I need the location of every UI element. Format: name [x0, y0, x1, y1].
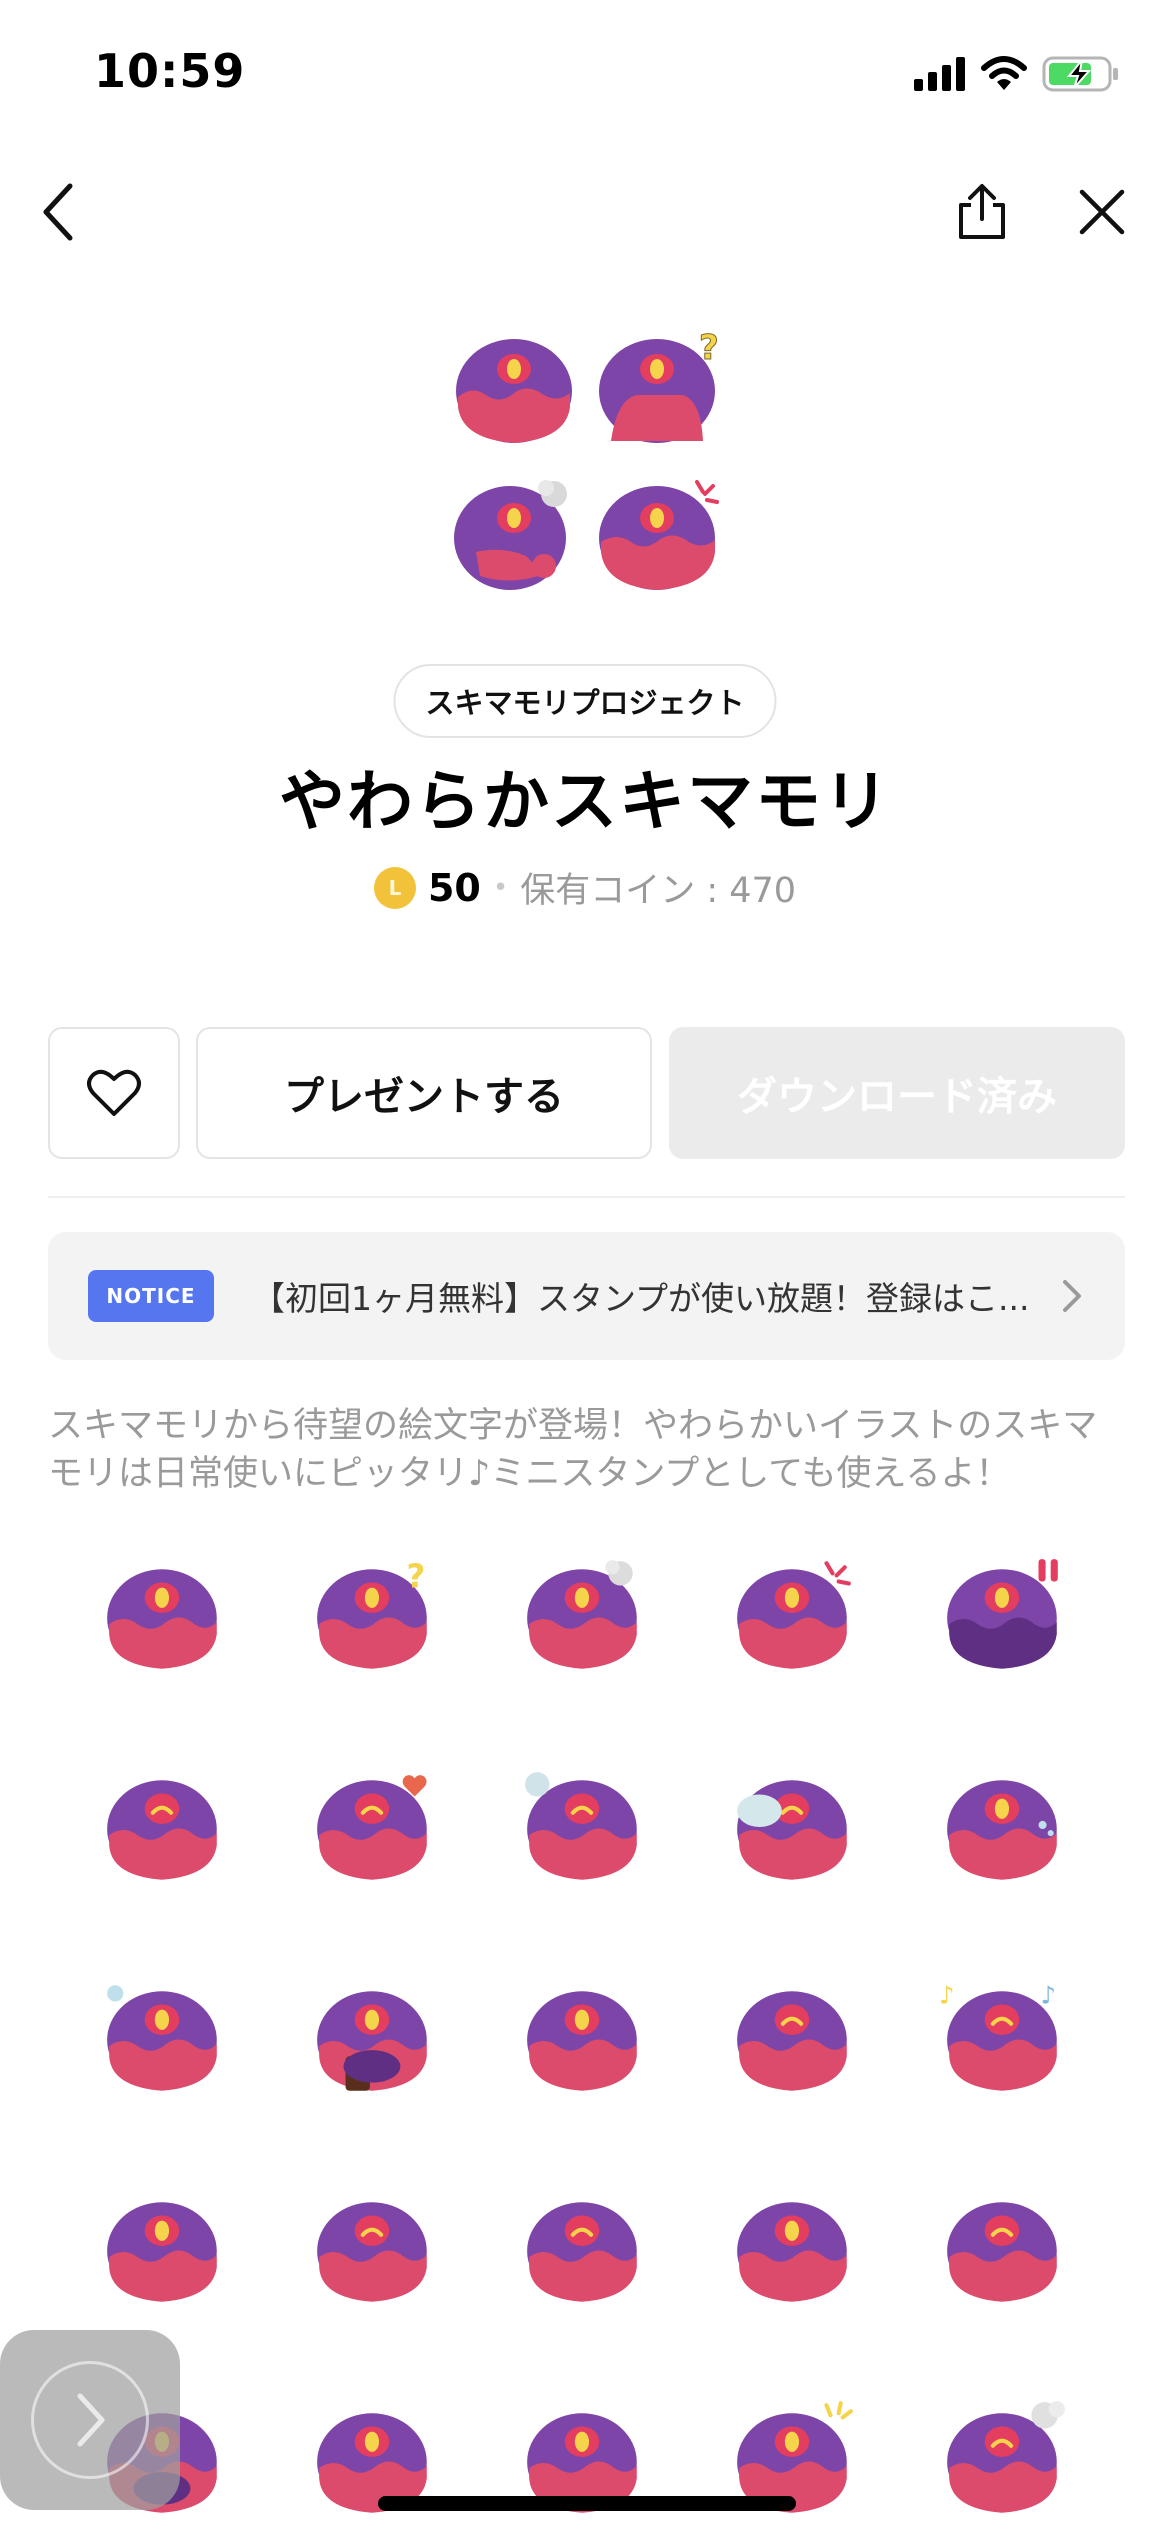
price-separator: •: [492, 872, 509, 903]
sticker-image-icon: ?: [317, 1557, 427, 1669]
sticker-image-icon: [455, 338, 572, 443]
close-icon: [1079, 189, 1125, 235]
sticker-wink[interactable]: [60, 2143, 270, 2354]
back-button[interactable]: [18, 172, 98, 252]
hero-sticker-angry: [589, 461, 734, 606]
sticker-image-icon: [317, 1774, 427, 1880]
signal-icon: [914, 57, 965, 91]
status-time: 10:59: [94, 44, 246, 98]
owned-coins: 保有コイン : 470: [520, 871, 797, 911]
sticker-sleepy[interactable]: [690, 1721, 900, 1932]
sticker-image-icon: [317, 1990, 427, 2091]
sticker-angry[interactable]: [690, 1510, 900, 1721]
hero-sticker-preview: ?: [444, 316, 734, 606]
battery-charging-icon: [1042, 56, 1118, 92]
line-coin-icon: L: [373, 866, 416, 909]
sticker-image-icon: [107, 1779, 217, 1880]
download-button: ダウンロード済み: [669, 1027, 1125, 1159]
price-value: 50: [427, 865, 481, 910]
sticker-smile[interactable]: [60, 1721, 270, 1932]
chevron-right-icon: [1063, 1280, 1081, 1312]
sticker-neutral[interactable]: [60, 1510, 270, 1721]
product-description: スキマモリから待望の絵文字が登場！やわらかいイラストのスキマモリは日常使いにピッ…: [48, 1406, 1098, 1494]
sticker-chocolate[interactable]: [270, 1932, 480, 2143]
sticker-blush[interactable]: [270, 2143, 480, 2354]
sticker-exclamation[interactable]: [900, 1510, 1110, 1721]
share-icon: [959, 184, 1005, 239]
sticker-hands[interactable]: [480, 1932, 690, 2143]
sticker-sweat[interactable]: [900, 1721, 1110, 1932]
sticker-image-icon: ♪ ♪: [939, 1980, 1057, 2091]
close-button[interactable]: [1062, 172, 1142, 252]
sticker-image-icon: [317, 2201, 427, 2302]
home-indicator: [378, 2496, 796, 2511]
sticker-wave[interactable]: [480, 1721, 690, 1932]
sticker-image-icon: [947, 2400, 1065, 2513]
coin-symbol: L: [388, 875, 402, 900]
sticker-image-icon: [737, 1560, 851, 1669]
sticker-image-icon: [527, 1990, 637, 2091]
sticker-cheer[interactable]: [480, 2143, 690, 2354]
hero-sticker-question: ?: [589, 316, 734, 461]
sticker-image-icon: [525, 1771, 637, 1880]
nav-bar: [0, 150, 1170, 270]
divider: [48, 1196, 1125, 1198]
wifi-icon: [981, 56, 1027, 90]
sticker-image-icon: [107, 2201, 217, 2302]
notice-text: 【初回1ヶ月無料】スタンプが使い放題！登録はこ...: [252, 1279, 1030, 1318]
svg-text:♪: ♪: [939, 1980, 955, 2009]
sticker-image-icon: [527, 1559, 637, 1669]
sticker-question[interactable]: ?: [270, 1510, 480, 1721]
svg-text:?: ?: [406, 1557, 425, 1595]
hero-sticker-thinking: [444, 461, 589, 606]
sticker-image-icon: [947, 1779, 1057, 1880]
floating-chevron-icon: [77, 2393, 105, 2447]
sticker-image-icon: [737, 1779, 847, 1880]
sticker-image-icon: [107, 1568, 217, 1669]
sticker-music[interactable]: ♪ ♪: [900, 1932, 1110, 2143]
sticker-steam[interactable]: [900, 2354, 1110, 2532]
price-row: L 50 • 保有コイン : 470: [0, 862, 1170, 913]
heart-icon: [87, 1069, 141, 1116]
floating-overlay-button[interactable]: [0, 2330, 180, 2510]
floating-ring: [31, 2361, 149, 2479]
status-icons: [914, 52, 1122, 96]
sticker-image-icon: ?: [598, 329, 719, 443]
sticker-image-icon: [107, 1984, 217, 2091]
svg-text:?: ?: [699, 329, 719, 368]
status-bar: 10:59: [0, 0, 1170, 150]
sticker-calm[interactable]: [900, 2143, 1110, 2354]
sticker-love[interactable]: [270, 1721, 480, 1932]
sticker-image-icon: [737, 2201, 847, 2302]
sticker-thinking-cloud[interactable]: [480, 1510, 690, 1721]
svg-text:♪: ♪: [1041, 1980, 1057, 2009]
sticker-image-icon: [737, 1990, 847, 2091]
creator-link[interactable]: スキマモリプロジェクト: [393, 664, 777, 738]
favorite-button[interactable]: [48, 1027, 180, 1159]
sticker-image-icon: [598, 479, 719, 590]
sticker-ears[interactable]: [690, 2143, 900, 2354]
gift-button[interactable]: プレゼントする: [196, 1027, 652, 1159]
sticker-sad-drop[interactable]: [60, 1932, 270, 2143]
back-chevron-icon: [43, 183, 73, 241]
hero-sticker-neutral: [444, 316, 589, 461]
sticker-image-icon: [453, 479, 567, 590]
sticker-grid: ? ♪ ♪: [60, 1510, 1110, 2532]
sticker-image-icon: [527, 2201, 637, 2302]
sticker-happy-hands[interactable]: [690, 1932, 900, 2143]
sticker-image-icon: [947, 2201, 1057, 2302]
share-button[interactable]: [942, 172, 1022, 252]
notice-banner[interactable]: NOTICE 【初回1ヶ月無料】スタンプが使い放題！登録はこ...: [48, 1232, 1125, 1360]
sticker-image-icon: [947, 1558, 1058, 1669]
notice-badge: NOTICE: [88, 1270, 214, 1322]
product-title: やわらかスキマモリ: [279, 763, 891, 840]
